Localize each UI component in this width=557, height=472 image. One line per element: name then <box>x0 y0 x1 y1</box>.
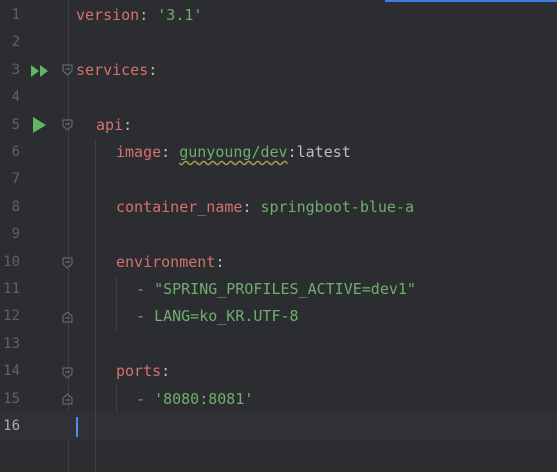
code-token: image <box>116 143 162 161</box>
code-token: "SPRING_PROFILES_ACTIVE=dev1" <box>154 280 416 298</box>
line-number[interactable]: 4 <box>0 84 20 111</box>
code-token: : <box>242 197 261 216</box>
fold-close-icon[interactable] <box>62 311 73 323</box>
code-editor[interactable]: 1 version: '3.1' 2 3 services: 4 5 api: 6 image: … <box>0 0 557 472</box>
code-text: ports: <box>116 358 170 385</box>
code-token: : <box>148 60 158 79</box>
code-line[interactable]: 3 services: <box>0 57 557 84</box>
indent-guide <box>116 386 117 414</box>
fold-open-icon[interactable] <box>62 119 73 131</box>
code-text: version: '3.1' <box>76 2 202 29</box>
code-token: container_name <box>116 197 243 216</box>
code-line[interactable]: 5 api: <box>0 112 557 139</box>
line-number[interactable]: 1 <box>0 2 20 29</box>
line-number[interactable]: 15 <box>0 386 20 413</box>
code-token: - <box>136 389 155 408</box>
line-number[interactable]: 5 <box>0 112 20 139</box>
code-text: - "SPRING_PROFILES_ACTIVE=dev1" <box>136 276 416 303</box>
line-number[interactable]: 2 <box>0 29 20 56</box>
code-line[interactable]: 10 environment: <box>0 249 557 276</box>
line-number[interactable]: 7 <box>0 166 20 193</box>
code-line[interactable]: 15 - '8080:8081' <box>0 386 557 413</box>
line-number[interactable]: 16 <box>0 413 20 440</box>
line-number[interactable]: 12 <box>0 303 20 330</box>
code-token: : <box>215 252 225 271</box>
code-line[interactable]: 11 - "SPRING_PROFILES_ACTIVE=dev1" <box>0 276 557 303</box>
code-line[interactable]: 6 image: gunyoung/dev:latest <box>0 139 557 166</box>
code-token: - <box>136 307 155 326</box>
indent-guide <box>116 277 117 332</box>
indent-guide <box>95 139 96 472</box>
code-token: ports <box>116 362 162 381</box>
text-caret <box>76 417 78 437</box>
code-text: container_name: springboot-blue-a <box>116 194 414 221</box>
line-number[interactable]: 10 <box>0 249 20 276</box>
code-line[interactable]: 13 <box>0 331 557 358</box>
code-line[interactable]: 12 - LANG=ko_KR.UTF-8 <box>0 303 557 330</box>
code-token: springboot-blue-a <box>260 197 415 216</box>
code-line[interactable]: 16 <box>0 413 557 441</box>
code-text: image: gunyoung/dev:latest <box>116 139 351 166</box>
code-token: LANG=ko_KR.UTF-8 <box>154 307 299 326</box>
code-token: : <box>161 143 180 161</box>
code-line[interactable]: 1 version: '3.1' <box>0 2 557 29</box>
code-line[interactable]: 8 container_name: springboot-blue-a <box>0 194 557 221</box>
code-line[interactable]: 2 <box>0 29 557 56</box>
line-number[interactable]: 9 <box>0 221 20 248</box>
code-token: api <box>96 115 124 134</box>
code-token: environment <box>116 252 216 271</box>
fold-open-icon[interactable] <box>62 257 73 269</box>
code-line[interactable]: 7 <box>0 166 557 193</box>
code-token: :latest <box>287 143 351 161</box>
code-token: - <box>136 280 155 298</box>
run-all-services-icon[interactable] <box>31 65 51 77</box>
code-text: services: <box>76 57 157 84</box>
code-token: '8080:8081' <box>154 389 254 408</box>
code-token: : <box>139 6 158 24</box>
code-token: services <box>76 60 149 79</box>
code-text: - LANG=ko_KR.UTF-8 <box>136 303 299 330</box>
code-token: gunyoung/dev <box>179 143 288 161</box>
line-number[interactable]: 14 <box>0 358 20 385</box>
fold-open-icon[interactable] <box>62 367 73 379</box>
code-token: : <box>161 362 171 381</box>
line-number[interactable]: 8 <box>0 194 20 221</box>
line-number[interactable]: 13 <box>0 331 20 358</box>
fold-open-icon[interactable] <box>62 64 73 76</box>
code-token: '3.1' <box>157 6 203 24</box>
code-line[interactable]: 9 <box>0 221 557 248</box>
code-line[interactable]: 14 ports: <box>0 358 557 385</box>
line-number[interactable]: 3 <box>0 57 20 84</box>
code-line[interactable]: 4 <box>0 84 557 111</box>
code-text: environment: <box>116 249 224 276</box>
line-number[interactable]: 6 <box>0 139 20 166</box>
run-service-icon[interactable] <box>33 117 46 133</box>
code-token: version <box>76 6 140 24</box>
line-number[interactable]: 11 <box>0 276 20 303</box>
code-token: : <box>123 115 133 134</box>
fold-close-icon[interactable] <box>62 393 73 405</box>
code-text: - '8080:8081' <box>136 386 253 413</box>
code-text: api: <box>96 112 132 139</box>
